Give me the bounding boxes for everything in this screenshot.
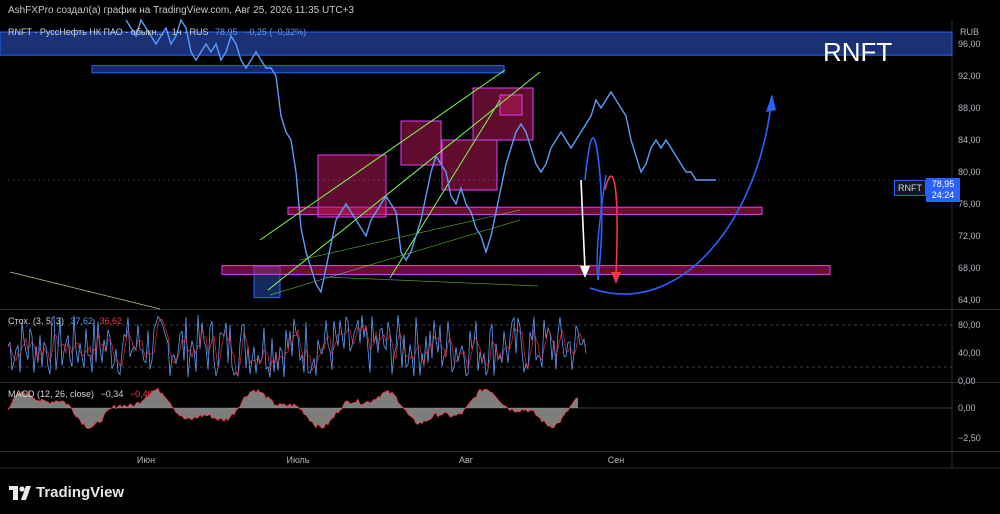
- stoch-tick-label: 80,00: [958, 320, 981, 330]
- price-tick-label: 92,00: [958, 71, 981, 81]
- price-tag: 78,95 24:24: [926, 178, 960, 202]
- stoch-legend[interactable]: Стох. (3, 5, 3) 37,62 36,62: [8, 316, 126, 326]
- tradingview-logo-text: TradingView: [36, 484, 125, 501]
- blue-zone-92: [91, 65, 505, 74]
- price-tick-label: 80,00: [958, 167, 981, 177]
- macd-label[interactable]: MACD (12, 26, close): [8, 389, 94, 399]
- tradingview-logo[interactable]: TradingView: [9, 484, 124, 501]
- price-tick-label: 68,00: [958, 263, 981, 273]
- chart-background: [0, 0, 1000, 514]
- price-tick-label: 88,00: [958, 103, 981, 113]
- price-tick-label: 84,00: [958, 135, 981, 145]
- stoch-tick-label: 40,00: [958, 348, 981, 358]
- price-tag-symbol: RNFT: [894, 180, 926, 196]
- pattern-box-0: [317, 154, 387, 218]
- price-tick-label: 72,00: [958, 231, 981, 241]
- time-tick-label: Июль: [287, 455, 310, 465]
- stoch-tick-label: 0,00: [958, 376, 976, 386]
- pattern-box-3: [499, 94, 523, 116]
- pattern-box-4: [441, 139, 498, 191]
- header-credit: AshFXPro создал(а) график на TradingView…: [8, 5, 354, 16]
- macd-tick-label: −2,50: [958, 433, 981, 443]
- time-tick-label: Сен: [608, 455, 625, 465]
- macd-value: −0,34: [100, 389, 124, 399]
- stoch-k-value: 37,62: [70, 316, 93, 326]
- price-tag-price: 78,95: [931, 179, 955, 189]
- legend-change: −0,25 (−0,32%): [244, 27, 307, 37]
- legend-price: 78,95: [215, 27, 238, 37]
- chart-canvas[interactable]: 96,00 92,00 88,00 84,00 80,00 76,00 72,00 68,00…: [0, 0, 1000, 514]
- time-tick-label: Июн: [137, 455, 155, 465]
- legend-symbol[interactable]: RNFT · РуссНефть НК ПАО - обыкн... · 1ч …: [8, 27, 209, 37]
- ticker-watermark: RNFT: [823, 37, 893, 67]
- macd-legend[interactable]: MACD (12, 26, close) −0,34 −0,40: [8, 389, 157, 399]
- symbol-legend[interactable]: RNFT · РуссНефть НК ПАО - обыкн... · 1ч …: [8, 27, 310, 37]
- macd-tick-label: 0,00: [958, 403, 976, 413]
- price-tick-label: 76,00: [958, 199, 981, 209]
- stoch-d-value: 36,62: [99, 316, 123, 326]
- price-tag-countdown: 24:24: [931, 190, 955, 200]
- stoch-label[interactable]: Стох. (3, 5, 3): [8, 316, 64, 326]
- tradingview-logo-icon: [9, 485, 31, 500]
- price-tick-label: 64,00: [958, 295, 981, 305]
- currency-label: RUB: [960, 27, 980, 37]
- price-tick-label: 96,00: [958, 39, 981, 49]
- macd-signal-value: −0,40: [129, 389, 153, 399]
- time-tick-label: Авг: [459, 455, 474, 465]
